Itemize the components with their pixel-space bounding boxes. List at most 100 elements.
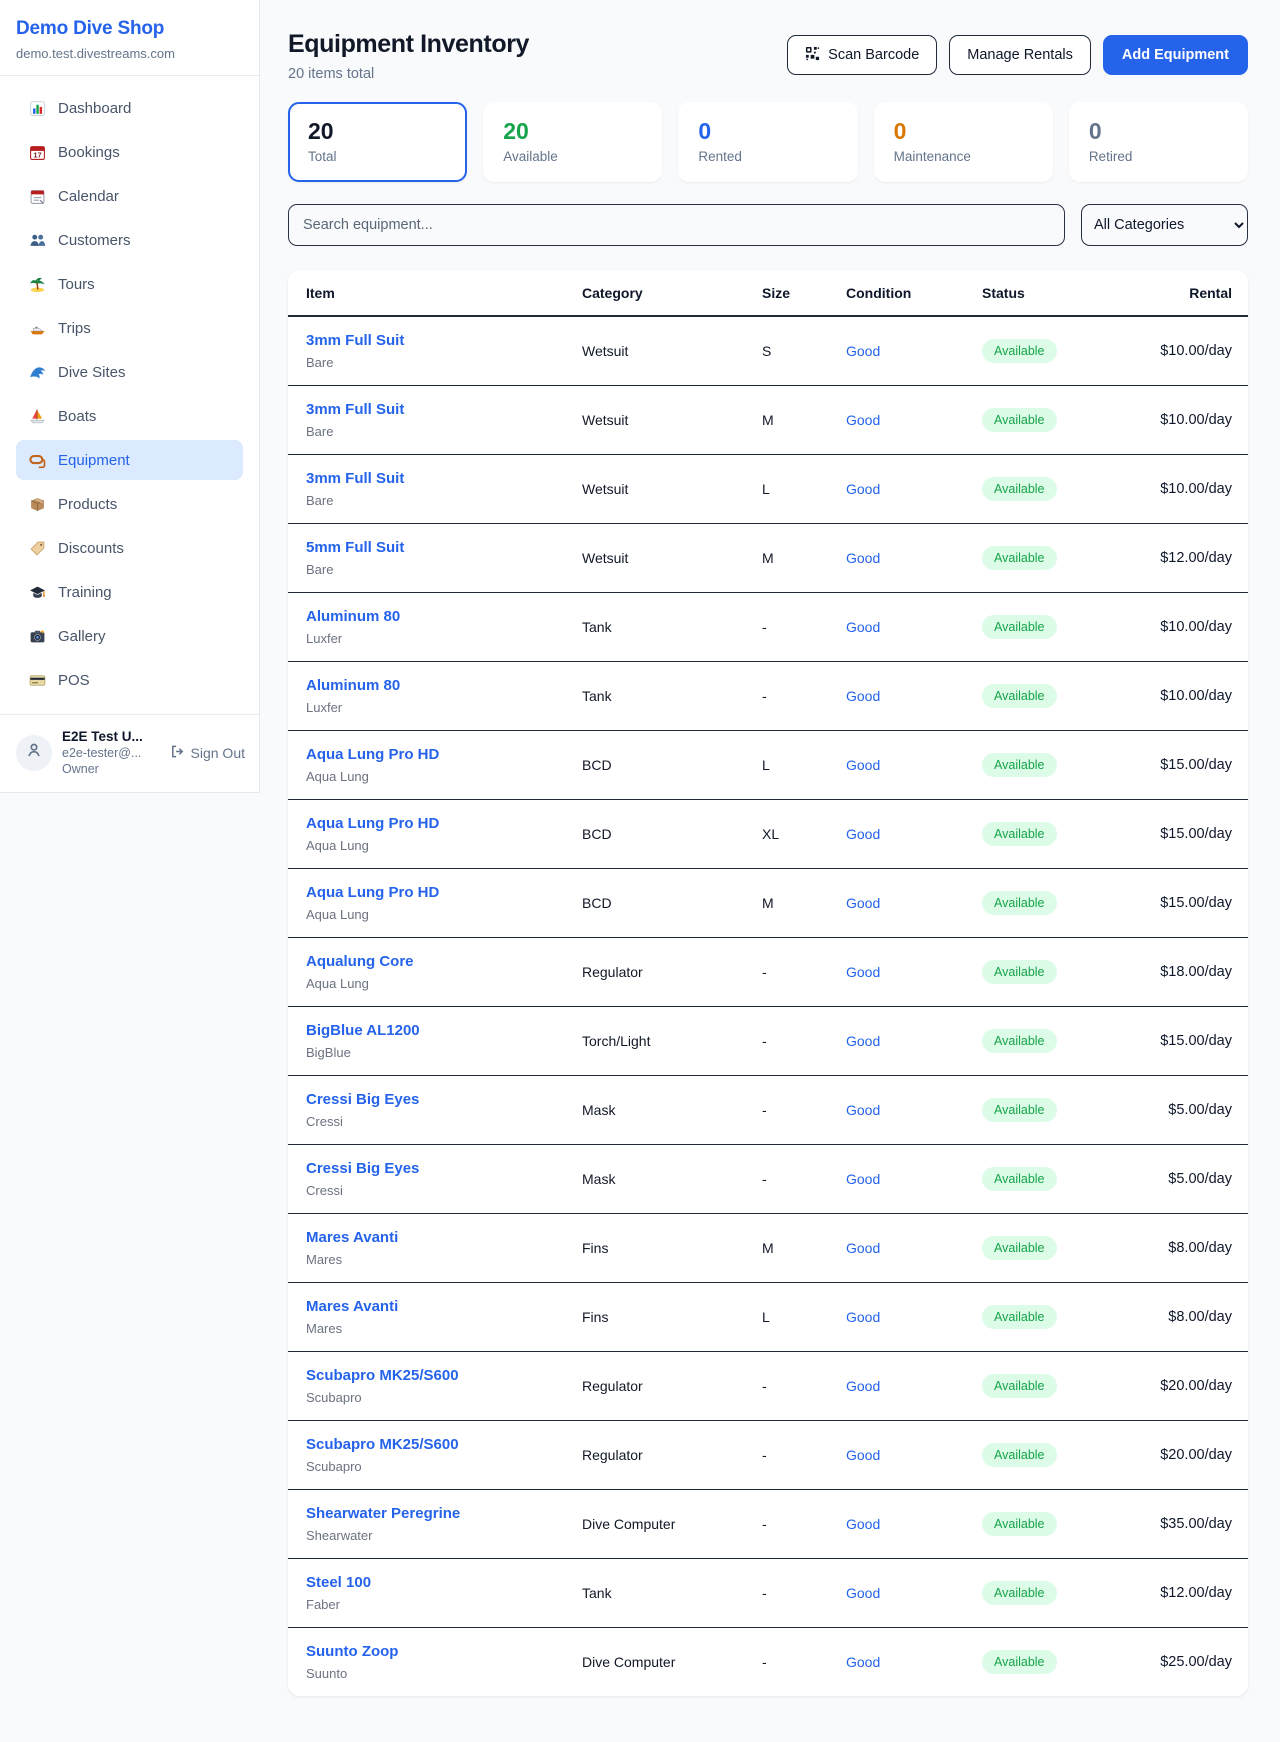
item-name-link[interactable]: Aqualung Core (306, 953, 414, 970)
sidebar-item-products[interactable]: Products (16, 484, 243, 524)
item-condition-link[interactable]: Good (846, 826, 880, 842)
item-name-link[interactable]: Mares Avanti (306, 1229, 398, 1246)
item-cell: Steel 100 Faber (306, 1574, 582, 1612)
table-row: Suunto Zoop Suunto Dive Computer - Good … (288, 1628, 1248, 1696)
item-condition-link[interactable]: Good (846, 688, 880, 704)
item-condition-link[interactable]: Good (846, 895, 880, 911)
item-condition-link[interactable]: Good (846, 1378, 880, 1394)
stat-card-retired[interactable]: 0 Retired (1069, 102, 1248, 182)
sidebar-item-dashboard[interactable]: Dashboard (16, 88, 243, 128)
item-condition-link[interactable]: Good (846, 1240, 880, 1256)
item-condition-link[interactable]: Good (846, 412, 880, 428)
stat-label: Rented (698, 149, 837, 164)
item-name-link[interactable]: Cressi Big Eyes (306, 1091, 419, 1108)
sidebar-item-dive-sites[interactable]: Dive Sites (16, 352, 243, 392)
sidebar-item-equipment[interactable]: Equipment (16, 440, 243, 480)
sidebar-item-tours[interactable]: Tours (16, 264, 243, 304)
sidebar-item-pos[interactable]: POS (16, 660, 243, 700)
sidebar-item-discounts[interactable]: Discounts (16, 528, 243, 568)
item-brand: Bare (306, 493, 582, 508)
item-cell: Shearwater Peregrine Shearwater (306, 1505, 582, 1543)
brand-name[interactable]: Demo Dive Shop (16, 18, 243, 40)
item-condition-link[interactable]: Good (846, 343, 880, 359)
item-condition-link[interactable]: Good (846, 1309, 880, 1325)
status-badge: Available (982, 822, 1057, 846)
item-cell: Aqua Lung Pro HD Aqua Lung (306, 815, 582, 853)
item-condition-link[interactable]: Good (846, 1516, 880, 1532)
sign-out-button[interactable]: Sign Out (170, 744, 245, 762)
table-row: Shearwater Peregrine Shearwater Dive Com… (288, 1490, 1248, 1559)
equipment-table: Item Category Size Condition Status Rent… (288, 270, 1248, 1696)
item-condition-link[interactable]: Good (846, 1654, 880, 1670)
sidebar-item-gallery[interactable]: Gallery (16, 616, 243, 656)
sidebar-item-boats[interactable]: Boats (16, 396, 243, 436)
item-brand: Aqua Lung (306, 976, 582, 991)
item-name-link[interactable]: Aqua Lung Pro HD (306, 746, 439, 763)
add-equipment-button[interactable]: Add Equipment (1103, 35, 1248, 75)
item-name-link[interactable]: Shearwater Peregrine (306, 1505, 460, 1522)
item-size: - (762, 1033, 846, 1049)
item-size: - (762, 964, 846, 980)
page-header: Equipment Inventory 20 items total Scan … (288, 30, 1248, 82)
item-name-link[interactable]: 3mm Full Suit (306, 401, 404, 418)
column-header-category: Category (582, 285, 762, 301)
sign-out-icon (170, 744, 185, 762)
app-window: Demo Dive Shop demo.test.divestreams.com… (0, 0, 1280, 1742)
item-condition-link[interactable]: Good (846, 619, 880, 635)
item-name-link[interactable]: Suunto Zoop (306, 1643, 398, 1660)
item-cell: Scubapro MK25/S600 Scubapro (306, 1367, 582, 1405)
item-condition-link[interactable]: Good (846, 550, 880, 566)
item-name-link[interactable]: Scubapro MK25/S600 (306, 1436, 459, 1453)
dashboard-icon (28, 99, 46, 117)
stat-card-maintenance[interactable]: 0 Maintenance (874, 102, 1053, 182)
item-condition-link[interactable]: Good (846, 1585, 880, 1601)
column-header-item: Item (306, 285, 582, 301)
item-name-link[interactable]: Aqua Lung Pro HD (306, 815, 439, 832)
item-name-link[interactable]: 3mm Full Suit (306, 470, 404, 487)
stat-card-rented[interactable]: 0 Rented (678, 102, 857, 182)
item-name-link[interactable]: 3mm Full Suit (306, 332, 404, 349)
item-condition-link[interactable]: Good (846, 964, 880, 980)
item-name-link[interactable]: Mares Avanti (306, 1298, 398, 1315)
item-rental: $10.00/day (1152, 412, 1232, 428)
category-select[interactable]: All Categories (1081, 204, 1248, 246)
item-size: - (762, 619, 846, 635)
item-brand: Cressi (306, 1114, 582, 1129)
item-cell: 3mm Full Suit Bare (306, 401, 582, 439)
table-row: Aluminum 80 Luxfer Tank - Good Available… (288, 593, 1248, 662)
item-condition-link[interactable]: Good (846, 481, 880, 497)
sidebar-item-customers[interactable]: Customers (16, 220, 243, 260)
sidebar-item-calendar[interactable]: Calendar (16, 176, 243, 216)
sidebar-item-training[interactable]: Training (16, 572, 243, 612)
status-badge: Available (982, 339, 1057, 363)
item-name-link[interactable]: Steel 100 (306, 1574, 371, 1591)
item-name-link[interactable]: BigBlue AL1200 (306, 1022, 420, 1039)
training-icon (28, 583, 46, 601)
item-name-link[interactable]: Aluminum 80 (306, 677, 400, 694)
item-name-link[interactable]: Aluminum 80 (306, 608, 400, 625)
table-row: Steel 100 Faber Tank - Good Available $1… (288, 1559, 1248, 1628)
stat-card-available[interactable]: 20 Available (483, 102, 662, 182)
sidebar-item-bookings[interactable]: 17 Bookings (16, 132, 243, 172)
sidebar-item-trips[interactable]: Trips (16, 308, 243, 348)
item-category: Tank (582, 1585, 762, 1601)
stat-card-total[interactable]: 20 Total (288, 102, 467, 182)
item-brand: Aqua Lung (306, 838, 582, 853)
item-name-link[interactable]: Aqua Lung Pro HD (306, 884, 439, 901)
item-condition-link[interactable]: Good (846, 1171, 880, 1187)
sidebar-item-label: Products (58, 496, 117, 513)
sidebar-item-label: Boats (58, 408, 96, 425)
item-condition-link[interactable]: Good (846, 1447, 880, 1463)
status-badge: Available (982, 1443, 1057, 1467)
table-row: Mares Avanti Mares Fins L Good Available… (288, 1283, 1248, 1352)
scan-barcode-button[interactable]: Scan Barcode (787, 35, 937, 75)
manage-rentals-button[interactable]: Manage Rentals (949, 35, 1091, 75)
item-name-link[interactable]: Cressi Big Eyes (306, 1160, 419, 1177)
item-condition-link[interactable]: Good (846, 757, 880, 773)
item-condition-link[interactable]: Good (846, 1033, 880, 1049)
search-input[interactable] (288, 204, 1065, 246)
item-name-link[interactable]: Scubapro MK25/S600 (306, 1367, 459, 1384)
item-name-link[interactable]: 5mm Full Suit (306, 539, 404, 556)
item-condition-link[interactable]: Good (846, 1102, 880, 1118)
item-brand: Luxfer (306, 700, 582, 715)
